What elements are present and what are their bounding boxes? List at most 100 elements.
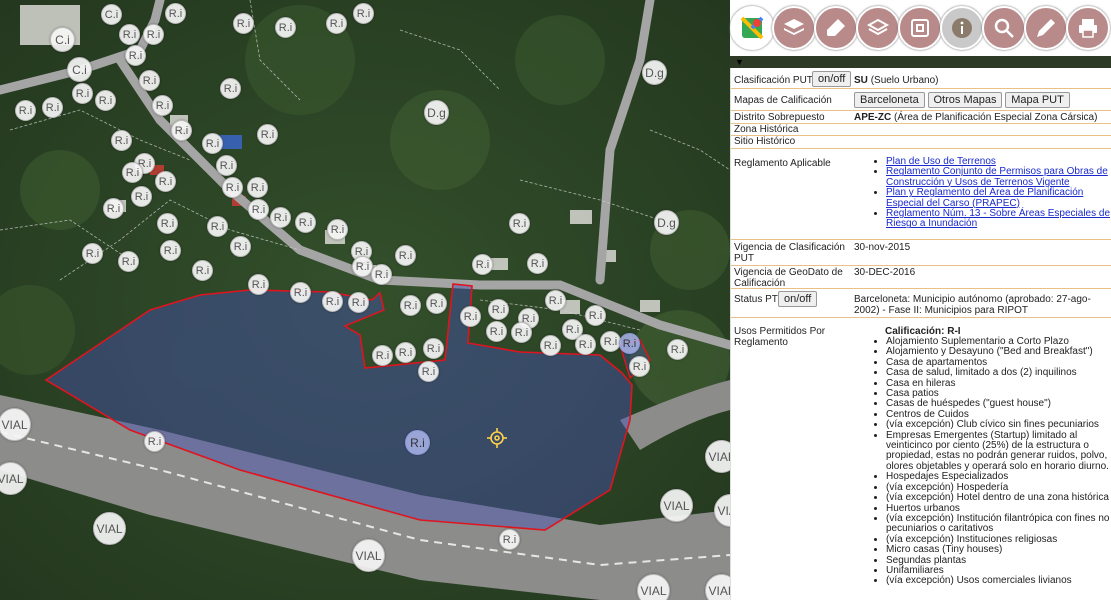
measure-button[interactable] xyxy=(1024,6,1068,50)
layers-button[interactable] xyxy=(772,6,816,50)
zoning-label: R.i xyxy=(155,171,176,192)
uso-item: (vía excepción) Hotel dentro de una zona… xyxy=(886,492,1111,503)
zoning-label: R.i xyxy=(348,292,369,313)
zoning-label: R.i xyxy=(509,213,530,234)
zoning-label: R.i xyxy=(72,83,93,104)
status-pt-value: Barceloneta: Municipio autónomo (aprobad… xyxy=(854,294,1091,316)
mapas-label: Mapas de Calificación xyxy=(734,95,832,106)
row-vigencia-geodato: Vigencia de GeoDato de Calificación 30-D… xyxy=(731,266,1111,289)
zoning-label: R.i xyxy=(395,342,416,363)
zoning-label: R.i xyxy=(15,100,36,121)
zoning-label: R.i xyxy=(629,356,650,377)
zoning-label: R.i xyxy=(248,199,269,220)
road-label: VIAL xyxy=(637,574,670,600)
link-reglamento-conjunto[interactable]: Reglamento Conjunto de Permisos para Obr… xyxy=(886,166,1108,188)
zoning-label: D.g xyxy=(642,60,667,85)
road-label: VIAL xyxy=(352,539,385,572)
zoning-label: R.i xyxy=(270,207,291,228)
link-reglamento-13[interactable]: Reglamento Núm. 13 - Sobre Áreas Especia… xyxy=(886,208,1110,229)
zoning-label: R.i xyxy=(426,293,447,314)
print-button[interactable] xyxy=(1066,6,1110,50)
row-mapas: Mapas de Calificación Barceloneta Otros … xyxy=(731,89,1111,111)
zoning-label: R.i xyxy=(511,322,532,343)
uso-item: Micro casas (Tiny houses) xyxy=(886,544,1111,555)
zoning-label: R.i xyxy=(353,3,374,24)
zoning-label: R.i xyxy=(585,305,606,326)
link-prapec[interactable]: Plan y Reglamento del Área de Planificac… xyxy=(886,187,1083,208)
zoning-label: R.i xyxy=(119,24,140,45)
zoning-label: R.i xyxy=(400,295,421,316)
google-maps-button[interactable] xyxy=(730,6,774,50)
uso-item: (vía excepción) Usos comerciales liviano… xyxy=(886,575,1111,586)
gis-icon xyxy=(911,19,929,37)
layers-icon xyxy=(784,19,804,35)
vigencia-clasificacion-label: Vigencia de Clasificación PUT xyxy=(734,242,845,264)
sitio-historico-label: Sitio Histórico xyxy=(734,136,796,147)
uso-item: Empresas Emergentes (Startup) limitado a… xyxy=(886,430,1111,473)
reglamento-label: Reglamento Aplicable xyxy=(734,158,831,169)
mapa-put-button[interactable]: Mapa PUT xyxy=(1005,92,1070,108)
zoning-label: R.i xyxy=(103,198,124,219)
search-button[interactable] xyxy=(982,6,1026,50)
zoning-label: R.i xyxy=(326,13,347,34)
reglamento-list: Plan de Uso de Terrenos Reglamento Conju… xyxy=(872,156,1111,230)
zoning-label: R.i xyxy=(220,78,241,99)
row-sitio-historico: Sitio Histórico xyxy=(731,135,1111,149)
pencil-icon xyxy=(1037,19,1055,37)
zoning-label: C.i xyxy=(50,27,75,52)
zoning-label: R.i xyxy=(295,212,316,233)
status-pt-label: Status PT xyxy=(734,294,778,305)
zoning-label: R.i xyxy=(222,177,243,198)
clasificacion-toggle-button[interactable]: on/off xyxy=(812,71,852,87)
zoning-label: R.i xyxy=(460,306,481,327)
road-label: VIAL xyxy=(660,489,693,522)
zoning-label: R.i xyxy=(207,216,228,237)
stack-icon xyxy=(866,18,890,36)
zoning-label: R.i xyxy=(322,291,343,312)
zoning-label: R.i xyxy=(418,361,439,382)
zoning-label-selected: R.i xyxy=(405,430,430,455)
zoning-label: R.i xyxy=(42,97,63,118)
road-label: VIAL xyxy=(93,512,126,545)
zoning-label: R.i xyxy=(575,334,596,355)
usos-section: Usos Permitidos Por Reglamento Calificac… xyxy=(731,324,1111,600)
status-pt-toggle-button[interactable]: on/off xyxy=(778,291,818,307)
row-vigencia-clasificacion: Vigencia de Clasificación PUT 30-nov-201… xyxy=(731,240,1111,266)
barceloneta-button[interactable]: Barceloneta xyxy=(854,92,925,108)
vigencia-clasificacion-value: 30-nov-2015 xyxy=(854,242,911,253)
zoning-label: R.i xyxy=(139,70,160,91)
zoning-label: R.i xyxy=(395,245,416,266)
magnifier-icon xyxy=(994,18,1014,38)
zoning-label: R.i xyxy=(171,120,192,141)
zoning-label: R.i xyxy=(327,219,348,240)
info-button[interactable] xyxy=(940,6,984,50)
otros-mapas-button[interactable]: Otros Mapas xyxy=(927,92,1003,108)
zoning-label: R.i xyxy=(95,90,116,111)
basemap-button[interactable] xyxy=(856,6,900,50)
dropdown-arrow-icon[interactable]: ▼ xyxy=(735,57,744,67)
zoning-label: R.i xyxy=(157,213,178,234)
zoning-label: R.i xyxy=(423,338,444,359)
zoning-label: R.i xyxy=(290,282,311,303)
zoning-label: R.i xyxy=(118,251,139,272)
zoning-label: D.g xyxy=(654,210,679,235)
row-status-pt: Status PT on/off Barceloneta: Municipio … xyxy=(731,289,1111,318)
eraser-button[interactable] xyxy=(814,6,858,50)
zoning-label: R.i xyxy=(540,335,561,356)
clasificacion-label: Clasificación PUT xyxy=(734,75,813,86)
link-plan-uso-terrenos[interactable]: Plan de Uso de Terrenos xyxy=(886,156,996,167)
zoning-label: R.i xyxy=(527,253,548,274)
zoning-label: R.i xyxy=(111,130,132,151)
zoning-label: C.i xyxy=(101,4,122,25)
uso-item: (vía excepción) Institución filantrópica… xyxy=(886,513,1111,535)
row-reglamento: Reglamento Aplicable Plan de Uso de Terr… xyxy=(731,149,1111,240)
gis-button[interactable] xyxy=(898,6,942,50)
zoning-label: R.i xyxy=(122,162,143,183)
zoning-label: C.i xyxy=(67,57,92,82)
reglamento-item: Plan y Reglamento del Área de Planificac… xyxy=(886,187,1111,209)
vigencia-geodato-label: Vigencia de GeoDato de Calificación xyxy=(734,267,843,289)
vigencia-geodato-value: 30-DEC-2016 xyxy=(854,267,916,278)
zoning-label: R.i xyxy=(230,236,251,257)
map-view[interactable]: C.i C.i C.i R.i R.i R.i R.i R.i R.i R.i … xyxy=(0,0,730,600)
usos-label: Usos Permitidos Por Reglamento xyxy=(734,326,826,348)
